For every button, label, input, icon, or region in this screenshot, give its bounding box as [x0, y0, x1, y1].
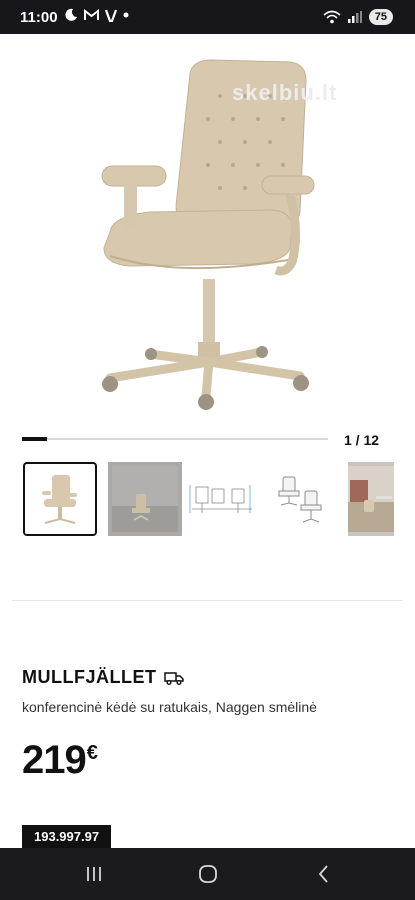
recent-apps-icon[interactable]	[82, 862, 106, 886]
back-icon[interactable]	[312, 862, 336, 886]
thumbnail-chair-front-image	[42, 475, 77, 524]
chair-image	[101, 59, 315, 410]
product-description: konferencinė kėdė su ratukais, Naggen sm…	[22, 699, 317, 715]
price-value: 219	[22, 738, 87, 782]
thumbnail-3[interactable]	[185, 462, 259, 536]
thumbnail-1[interactable]	[23, 462, 97, 536]
battery-icon: 75	[368, 9, 393, 25]
thumbnail-5[interactable]	[348, 462, 394, 536]
home-icon[interactable]	[196, 862, 220, 886]
thumbnail-room-image	[112, 466, 178, 532]
gallery-counter: 1 / 12	[344, 432, 380, 448]
signal-icon	[347, 11, 362, 23]
gmail-icon	[84, 9, 99, 20]
thumbnail-2[interactable]	[108, 462, 182, 536]
product-image[interactable]: skelbiu.lt	[0, 34, 415, 424]
system-nav-bar	[0, 848, 415, 900]
v-app-icon	[105, 9, 117, 22]
status-right-icons: 75	[323, 9, 393, 25]
price-currency: €	[86, 742, 98, 764]
thumbnail-chair-angles-image	[278, 476, 322, 523]
status-bar: 11:00 75	[0, 0, 415, 34]
thumbnail-diagram-image	[189, 485, 252, 513]
section-divider	[12, 600, 403, 601]
moon-icon	[65, 8, 77, 21]
status-left-icons	[64, 8, 129, 22]
thumbnail-4[interactable]	[265, 462, 339, 536]
truck-icon	[164, 671, 185, 685]
thumbnail-office-image	[348, 466, 394, 532]
product-name: MULLFJÄLLET	[22, 667, 157, 687]
gallery-progress-fill	[22, 437, 48, 441]
watermark: skelbiu.lt	[232, 80, 338, 105]
product-code-badge: 193.997.97	[22, 825, 112, 849]
product-price: 219€	[22, 738, 98, 783]
product-title-row: MULLFJÄLLET	[22, 667, 185, 688]
status-time: 11:00	[20, 9, 58, 26]
gallery-progress	[22, 437, 328, 441]
wifi-icon	[323, 10, 341, 24]
notification-dot-icon	[123, 12, 129, 18]
